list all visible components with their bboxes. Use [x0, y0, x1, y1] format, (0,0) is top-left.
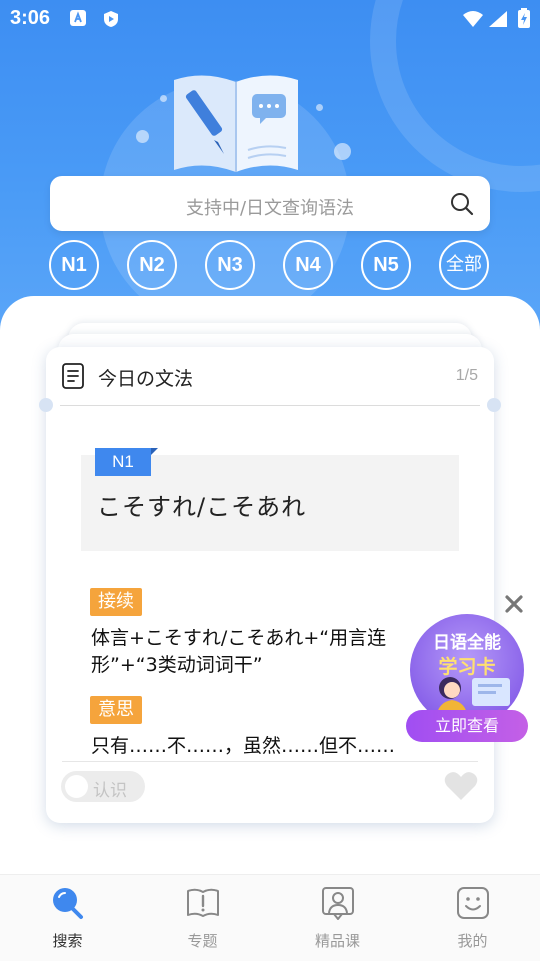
decor-dot	[160, 95, 167, 102]
connection-text-line1: 体言+こそすれ/こそあれ+“用言连	[91, 627, 387, 649]
level-n5-button[interactable]: N5	[361, 240, 411, 290]
known-toggle-label: 认识	[93, 781, 127, 801]
card-page-indicator: 1/5	[455, 367, 478, 384]
list-document-icon	[62, 363, 84, 389]
teacher-icon	[322, 887, 354, 920]
level-all-button[interactable]: 全部	[439, 240, 489, 290]
tab-topics[interactable]: 专题	[135, 875, 270, 961]
wifi-icon	[463, 11, 483, 27]
promo-title: 日语全能	[433, 633, 501, 653]
daily-grammar-card[interactable]: 今日の文法 1/5 N1 こそすれ/こそあれ 接续 体言+こそすれ/こそあれ+“…	[39, 347, 501, 823]
shield-icon	[104, 11, 118, 27]
level-n1-button[interactable]: N1	[49, 240, 99, 290]
tab-profile[interactable]: 我的	[405, 875, 540, 961]
meaning-badge: 意思	[90, 696, 142, 724]
search-icon[interactable]	[450, 192, 474, 216]
tab-search-label: 搜索	[52, 932, 83, 950]
grammar-pattern: こそすれ/こそあれ	[97, 493, 307, 521]
tab-courses-label: 精品课	[314, 932, 360, 950]
book-icon	[187, 888, 219, 917]
level-n2-button[interactable]: N2	[127, 240, 177, 290]
level-n4-button[interactable]: N4	[283, 240, 333, 290]
search-placeholder: 支持中/日文查询语法	[185, 198, 355, 219]
card-title: 今日の文法	[98, 368, 194, 390]
decor-dot	[136, 130, 149, 143]
study-card-promo[interactable]: 日语全能 学习卡 立即查看	[406, 612, 530, 746]
level-tag-fold	[151, 448, 158, 455]
status-bar: 3:06	[0, 0, 540, 36]
connection-text-line2: 形”+“3类动词词干”	[91, 654, 263, 676]
cellular-signal-icon	[489, 11, 507, 27]
card-notch-left	[39, 398, 53, 412]
tab-topics-label: 专题	[187, 932, 218, 950]
open-book-illustration	[174, 75, 298, 172]
tab-courses[interactable]: 精品课	[270, 875, 405, 961]
tab-search[interactable]: 搜索	[0, 875, 135, 961]
decor-dot	[316, 104, 323, 111]
level-n3-button[interactable]: N3	[205, 240, 255, 290]
search-input[interactable]: 支持中/日文查询语法	[50, 176, 490, 231]
status-time: 3:06	[10, 7, 51, 29]
accessibility-icon	[70, 10, 86, 26]
decor-dot	[334, 143, 351, 160]
tab-profile-label: 我的	[457, 932, 488, 950]
bottom-tab-bar: 搜索 专题 精品课 我的	[0, 874, 540, 961]
card-footer-divider	[62, 761, 478, 762]
card-notch-right	[487, 398, 501, 412]
level-filter: N1 N2 N3 N4 N5 全部	[49, 240, 491, 290]
known-toggle[interactable]: 认识	[61, 771, 145, 802]
toggle-knob	[65, 775, 88, 798]
meaning-text: 只有……不……，虽然……但不……	[91, 735, 396, 757]
battery-charging-icon	[518, 8, 530, 28]
level-tag: N1	[95, 448, 151, 476]
promo-view-button[interactable]: 立即查看	[406, 710, 528, 742]
card-divider	[60, 405, 480, 406]
smiley-icon	[457, 887, 489, 919]
heart-icon[interactable]	[444, 771, 478, 801]
search-icon	[53, 888, 83, 919]
connection-badge: 接续	[90, 588, 142, 616]
